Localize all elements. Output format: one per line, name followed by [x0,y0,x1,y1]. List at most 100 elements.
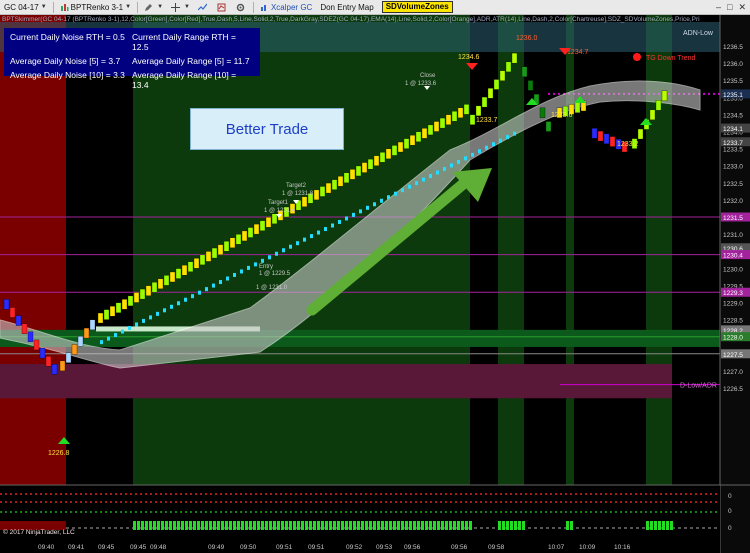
histogram-bar [333,521,336,530]
entry-detail: 1 @ 1229.5 [259,271,291,277]
close-icon[interactable]: ✕ [738,2,746,13]
renko-brick [487,88,494,99]
drawing-tools-button[interactable]: ▼ [140,0,167,15]
renko-brick [253,223,260,235]
renko-brick [391,145,398,156]
target1-detail: 1 @ 1231.4 [264,208,296,214]
histogram-bar [273,521,276,530]
trail-dot [415,181,418,186]
renko-brick [379,152,386,163]
histogram-bar [341,521,344,530]
renko-brick [609,136,616,147]
trail-dot [219,280,222,285]
histogram-bar [325,521,328,530]
renko-brick [463,104,470,115]
histogram-bar [321,521,324,530]
histogram-bar [421,521,424,530]
histogram-bar [213,521,216,530]
better-trade-annotation[interactable]: Better Trade [190,108,344,150]
renko-brick [223,241,230,252]
renko-brick [121,299,128,310]
price-badge-label: 1233.7 [723,140,743,147]
renko-brick [127,295,134,307]
price-chart[interactable]: ADN-Low TG Down Trend D-Low/ADR Close 1 @ 12… [0,15,750,553]
price-tick: 1233.5 [723,147,743,154]
swing-high-label: 1234.6 [458,54,480,61]
renko-brick [597,130,604,142]
close-detail: 1 @ 1233.6 [405,81,437,87]
renko-brick [539,107,546,118]
histogram-bar [646,521,649,530]
renko-brick [493,79,500,90]
trail-dot [114,333,117,338]
price-badge-label: 1228.0 [723,335,743,342]
histogram-bar [329,521,332,530]
renko-brick [445,114,452,125]
session-shade [498,15,524,485]
renko-brick [409,135,416,146]
xcalper-button[interactable]: Xcalper GC [256,0,316,15]
noise-rth: Current Daily Noise RTH = 0.5 [10,32,125,42]
renko-brick [71,344,78,355]
renko-brick [247,227,254,238]
renko-brick [187,261,194,272]
time-axis[interactable]: 09:40 09:41 09:45 09:45 09:48 09:49 09:50 09:51… [0,537,720,553]
properties-button[interactable] [232,0,251,15]
strategies-button[interactable] [213,0,232,15]
trail-dot [289,244,292,249]
renko-brick [433,121,440,132]
trail-dot [191,294,194,299]
renko-brick [169,271,176,283]
histogram-bar [465,521,468,530]
trail-dot [408,184,411,189]
maximize-icon[interactable]: □ [727,2,732,13]
toolbar-divider [137,1,139,13]
price-badge-label: 1235.1 [723,92,743,99]
renko-brick [637,128,644,140]
trail-dot [478,149,481,154]
histogram-bar [261,521,264,530]
trail-dot [247,265,250,270]
histogram-bar [217,521,220,530]
bar-type-selector[interactable]: BPTRenko 3-1 ▼ [56,0,135,15]
renko-brick [103,309,110,320]
histogram-bar [502,521,505,530]
histogram-bar [161,521,164,530]
entry-map-button[interactable]: Don Entry Map [316,0,377,15]
histogram-bar [654,521,657,530]
renko-brick [89,319,96,331]
price-axis[interactable]: 1236.51236.01235.51235.01234.51234.01233… [719,15,750,553]
renko-brick [163,275,170,286]
trail-dot [457,159,460,164]
crosshair-button[interactable]: ▼ [167,0,194,15]
renko-brick [151,282,158,293]
price-tick: 1234.5 [723,112,743,119]
trail-dot [331,223,334,228]
indicators-button[interactable] [194,0,213,15]
histogram-bar [662,521,665,530]
swing-low-label: 1233.6 [551,112,573,119]
swing-low-label: 1233.7 [476,117,498,124]
trail-dot [401,188,404,193]
histogram-bar [293,521,296,530]
histogram-bar [173,521,176,530]
renko-brick [313,189,320,201]
lower-indicator-panel: 0 0 0 [0,484,750,537]
copyright: © 2017 NinjaTrader, LLC [3,529,75,536]
trail-dot [170,304,173,309]
histogram-bar [650,521,653,530]
histogram-bar [309,521,312,530]
renko-brick [33,339,40,351]
trail-dot [506,135,509,140]
renko-brick [241,230,248,242]
volume-zones-button[interactable]: SDVolumeZones [378,0,457,15]
minimize-icon[interactable]: – [716,2,721,13]
renko-brick [505,61,512,73]
crosshair-icon [171,2,181,12]
trail-dot [296,241,299,246]
instrument-selector[interactable]: GC 04-17 ▼ [0,0,51,15]
price-tick: 1233.0 [723,164,743,171]
renko-brick [181,264,188,276]
indicator-icon [197,3,207,10]
trail-dot [275,251,278,256]
